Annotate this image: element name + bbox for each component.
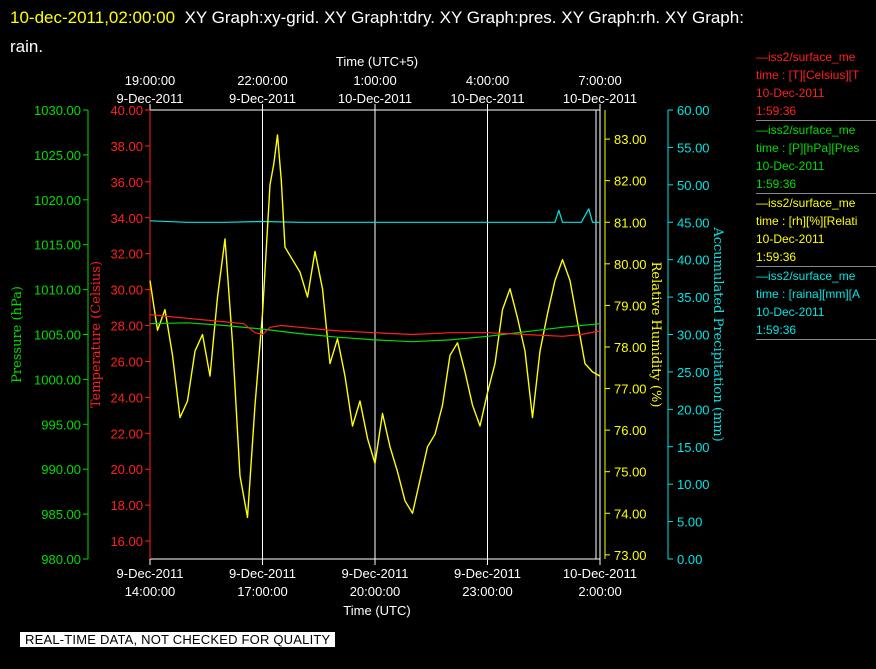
x-bottom-axis-label: Time (UTC): [343, 603, 410, 618]
legend-entry: —iss2/surface_metime : [T][Celsius][T 10-…: [756, 48, 876, 121]
x-top-tick-date: 9-Dec-2011: [229, 91, 296, 106]
temperature-tick-label: 40.00: [110, 103, 143, 118]
humidity-tick-label: 81.00: [614, 215, 647, 230]
humidity-tick-label: 82.00: [614, 174, 647, 189]
pressure-tick-label: 1030.00: [34, 103, 81, 118]
precipitation-tick-label: 35.00: [677, 290, 710, 305]
temperature-tick-label: 28.00: [110, 319, 143, 334]
humidity-tick-label: 74.00: [614, 506, 647, 521]
precipitation-tick-label: 50.00: [677, 178, 710, 193]
x-bottom-tick-date: 10-Dec-2011: [563, 566, 637, 581]
temperature-tick-label: 36.00: [110, 175, 143, 190]
pressure-axis-label: Pressure (hPa): [10, 286, 25, 383]
legend-entry-time: 1:59:36: [756, 250, 797, 264]
temperature-tick-label: 38.00: [110, 139, 143, 154]
humidity-tick-label: 79.00: [614, 298, 647, 313]
legend-entry-variable: time : [raina][mm][A: [756, 287, 861, 301]
pressure-tick-label: 995.00: [41, 417, 81, 432]
x-top-tick-date: 10-Dec-2011: [563, 91, 637, 106]
legend-entry: —iss2/surface_metime : [rh][%][Relati 10-…: [756, 194, 876, 267]
x-top-tick-time: 1:00:00: [353, 73, 396, 88]
pressure-tick-label: 1005.00: [34, 328, 81, 343]
temperature-tick-label: 22.00: [110, 426, 143, 441]
legend-entry-name: —iss2/surface_me: [756, 196, 856, 210]
temperature-tick-label: 16.00: [110, 534, 143, 549]
humidity-tick-label: 78.00: [614, 340, 647, 355]
legend: —iss2/surface_me time : [T][Celsius][T 10-…: [756, 48, 876, 340]
temperature-tick-label: 34.00: [110, 211, 143, 226]
humidity-tick-label: 77.00: [614, 382, 647, 397]
temperature-tick-label: 30.00: [110, 283, 143, 298]
temperature-tick-label: 32.00: [110, 247, 143, 262]
temperature-tick-label: 24.00: [110, 390, 143, 405]
humidity-tick-label: 80.00: [614, 257, 647, 272]
pressure-tick-label: 1025.00: [34, 148, 81, 163]
x-top-tick-date: 10-Dec-2011: [450, 91, 524, 106]
legend-entry-time: 1:59:36: [756, 104, 797, 118]
legend-entry-date: 10-Dec-2011: [756, 232, 825, 246]
xy-graph: Time (UTC+5) Time (UTC) 9-Dec-2011 14:00:…: [10, 54, 725, 618]
x-top-tick-time: 7:00:00: [578, 73, 621, 88]
legend-entry-name: —iss2/surface_me: [756, 123, 856, 137]
legend-entry-variable: time : [T][Celsius][T: [756, 68, 860, 82]
precipitation-tick-label: 45.00: [677, 215, 710, 230]
humidity-tick-label: 75.00: [614, 465, 647, 480]
pressure-tick-label: 990.00: [41, 462, 81, 477]
x-top-tick-date: 10-Dec-2011: [338, 91, 412, 106]
x-bottom-tick-date: 9-Dec-2011: [342, 566, 409, 581]
humidity-axis-label: Relative Humidity (%): [648, 262, 663, 408]
humidity-tick-label: 76.00: [614, 423, 647, 438]
precipitation-tick-label: 60.00: [677, 103, 710, 118]
x-bottom-tick-time: 2:00:00: [578, 584, 621, 599]
pressure-tick-label: 985.00: [41, 507, 81, 522]
pressure-tick-label: 1000.00: [34, 372, 81, 387]
legend-entry-name: —iss2/surface_me: [756, 50, 856, 64]
precipitation-tick-label: 30.00: [677, 328, 710, 343]
legend-entry-date: 10-Dec-2011: [756, 86, 825, 100]
x-bottom-tick-time: 23:00:00: [462, 584, 513, 599]
legend-entry-variable: time : [rh][%][Relati: [756, 214, 858, 228]
legend-entry-name: —iss2/surface_me: [756, 269, 856, 283]
pressure-tick-label: 980.00: [41, 552, 81, 567]
x-top-tick-time: 19:00:00: [125, 73, 176, 88]
x-bottom-tick-date: 9-Dec-2011: [454, 566, 521, 581]
quality-disclaimer: REAL-TIME DATA, NOT CHECKED FOR QUALITY: [20, 632, 336, 647]
precipitation-tick-label: 5.00: [677, 515, 702, 530]
x-top-tick-time: 22:00:00: [237, 73, 288, 88]
x-bottom-tick-date: 9-Dec-2011: [229, 566, 296, 581]
legend-entry-date: 10-Dec-2011: [756, 305, 825, 319]
x-bottom-tick-time: 17:00:00: [237, 584, 288, 599]
x-bottom-tick-time: 14:00:00: [125, 584, 176, 599]
pressure-tick-label: 1010.00: [34, 283, 81, 298]
pressure-tick-label: 1015.00: [34, 238, 81, 253]
precipitation-tick-label: 25.00: [677, 365, 710, 380]
x-top-tick-time: 4:00:00: [466, 73, 509, 88]
precipitation-tick-label: 15.00: [677, 440, 710, 455]
temperature-tick-label: 26.00: [110, 354, 143, 369]
x-bottom-tick-date: 9-Dec-2011: [117, 566, 184, 581]
x-top-axis-label: Time (UTC+5): [336, 54, 418, 69]
pressure-tick-label: 1020.00: [34, 193, 81, 208]
humidity-tick-label: 73.00: [614, 548, 647, 563]
precipitation-tick-label: 10.00: [677, 477, 710, 492]
humidity-tick-label: 83.00: [614, 132, 647, 147]
precipitation-tick-label: 55.00: [677, 140, 710, 155]
legend-entry-time: 1:59:36: [756, 177, 797, 191]
precipitation-axis-label: Accumulated Precipitation (mm): [710, 226, 725, 441]
legend-entry-variable: time : [P][hPa][Pres: [756, 141, 860, 155]
precipitation-tick-label: 40.00: [677, 253, 710, 268]
precipitation-tick-label: 20.00: [677, 402, 710, 417]
temperature-tick-label: 18.00: [110, 498, 143, 513]
temperature-tick-label: 20.00: [110, 462, 143, 477]
legend-entry: —iss2/surface_metime : [P][hPa][Pres 10-D…: [756, 121, 876, 194]
legend-entry-date: 10-Dec-2011: [756, 159, 825, 173]
legend-entry-time: 1:59:36: [756, 323, 797, 337]
temperature-axis-label: Temperature (Celsius): [89, 261, 104, 408]
precipitation-tick-label: 0.00: [677, 552, 702, 567]
legend-entry: —iss2/surface_metime : [raina][mm][A 10-D…: [756, 267, 876, 340]
x-bottom-tick-time: 20:00:00: [350, 584, 401, 599]
